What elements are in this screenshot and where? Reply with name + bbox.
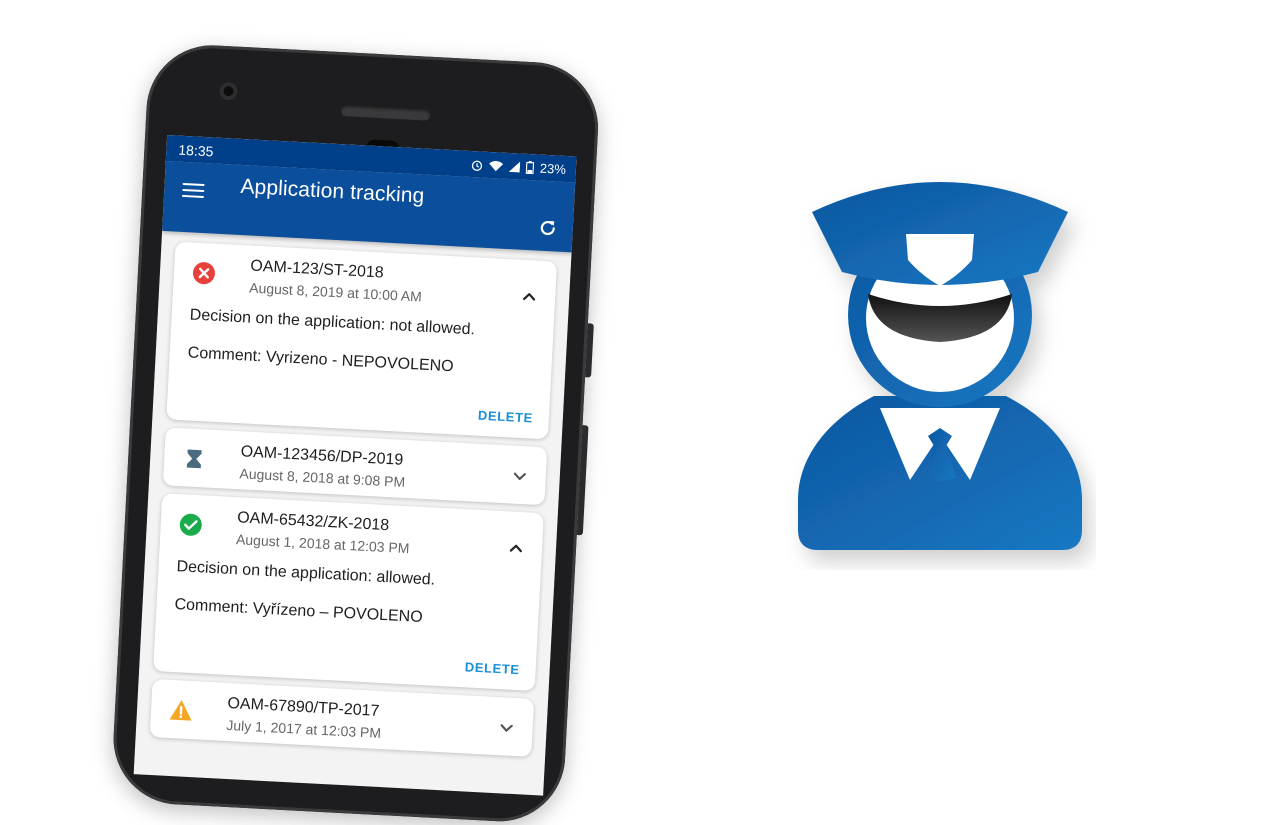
chevron-up-icon[interactable] xyxy=(506,537,527,558)
check-circle-icon xyxy=(179,513,202,536)
status-system-icons: 23% xyxy=(471,157,567,177)
status-time: 18:35 xyxy=(177,141,214,160)
app-screen: 18:35 23% Application tracking OAM-123/S… xyxy=(133,135,577,796)
application-number: OAM-65432/ZK-2018 xyxy=(236,509,390,535)
wifi-icon xyxy=(489,160,504,171)
chevron-down-icon[interactable] xyxy=(496,717,517,738)
application-date: July 1, 2017 at 12:03 PM xyxy=(225,716,382,742)
application-date: August 8, 2018 at 9:08 PM xyxy=(239,465,406,490)
error-x-icon xyxy=(192,262,215,285)
comment-text: Comment: Vyrizeno - NEPOVOLENO xyxy=(187,344,455,376)
phone-volume-button xyxy=(576,425,589,536)
delete-button[interactable]: DELETE xyxy=(464,659,520,677)
phone-mockup: 18:35 23% Application tracking OAM-123/S… xyxy=(110,42,609,825)
earpiece-speaker xyxy=(340,104,431,121)
comment-text: Comment: Vyřízeno – POVOLENO xyxy=(174,596,424,627)
chevron-up-icon[interactable] xyxy=(519,286,540,307)
application-card[interactable]: OAM-65432/ZK-2018 August 1, 2018 at 12:0… xyxy=(153,493,544,692)
application-card[interactable]: OAM-123456/DP-2019 August 8, 2018 at 9:0… xyxy=(162,427,548,506)
battery-level: 23% xyxy=(539,160,567,177)
delete-button[interactable]: DELETE xyxy=(478,408,534,426)
application-number: OAM-123/ST-2018 xyxy=(249,257,385,282)
application-number: OAM-67890/TP-2017 xyxy=(227,694,380,720)
hamburger-menu-icon[interactable] xyxy=(181,180,205,199)
police-officer-icon xyxy=(798,182,1082,550)
refresh-icon[interactable] xyxy=(536,217,559,240)
application-date: August 8, 2019 at 10:00 AM xyxy=(248,279,423,305)
warning-triangle-icon xyxy=(169,700,192,721)
application-list: OAM-123/ST-2018 August 8, 2019 at 10:00 … xyxy=(136,231,572,758)
front-camera-icon xyxy=(219,81,238,101)
battery-icon xyxy=(525,160,535,175)
chevron-down-icon[interactable] xyxy=(509,465,530,486)
phone-power-button xyxy=(585,323,594,378)
decision-text: Decision on the application: allowed. xyxy=(176,558,436,589)
alarm-icon xyxy=(471,160,483,171)
hourglass-icon xyxy=(186,449,202,469)
decision-text: Decision on the application: not allowed… xyxy=(189,306,476,339)
page-title: Application tracking xyxy=(239,174,426,208)
signal-icon xyxy=(508,161,521,173)
application-card[interactable]: OAM-67890/TP-2017 July 1, 2017 at 12:03 … xyxy=(149,679,535,757)
phone-body: 18:35 23% Application tracking OAM-123/S… xyxy=(110,42,602,825)
application-card[interactable]: OAM-123/ST-2018 August 8, 2019 at 10:00 … xyxy=(166,241,558,440)
